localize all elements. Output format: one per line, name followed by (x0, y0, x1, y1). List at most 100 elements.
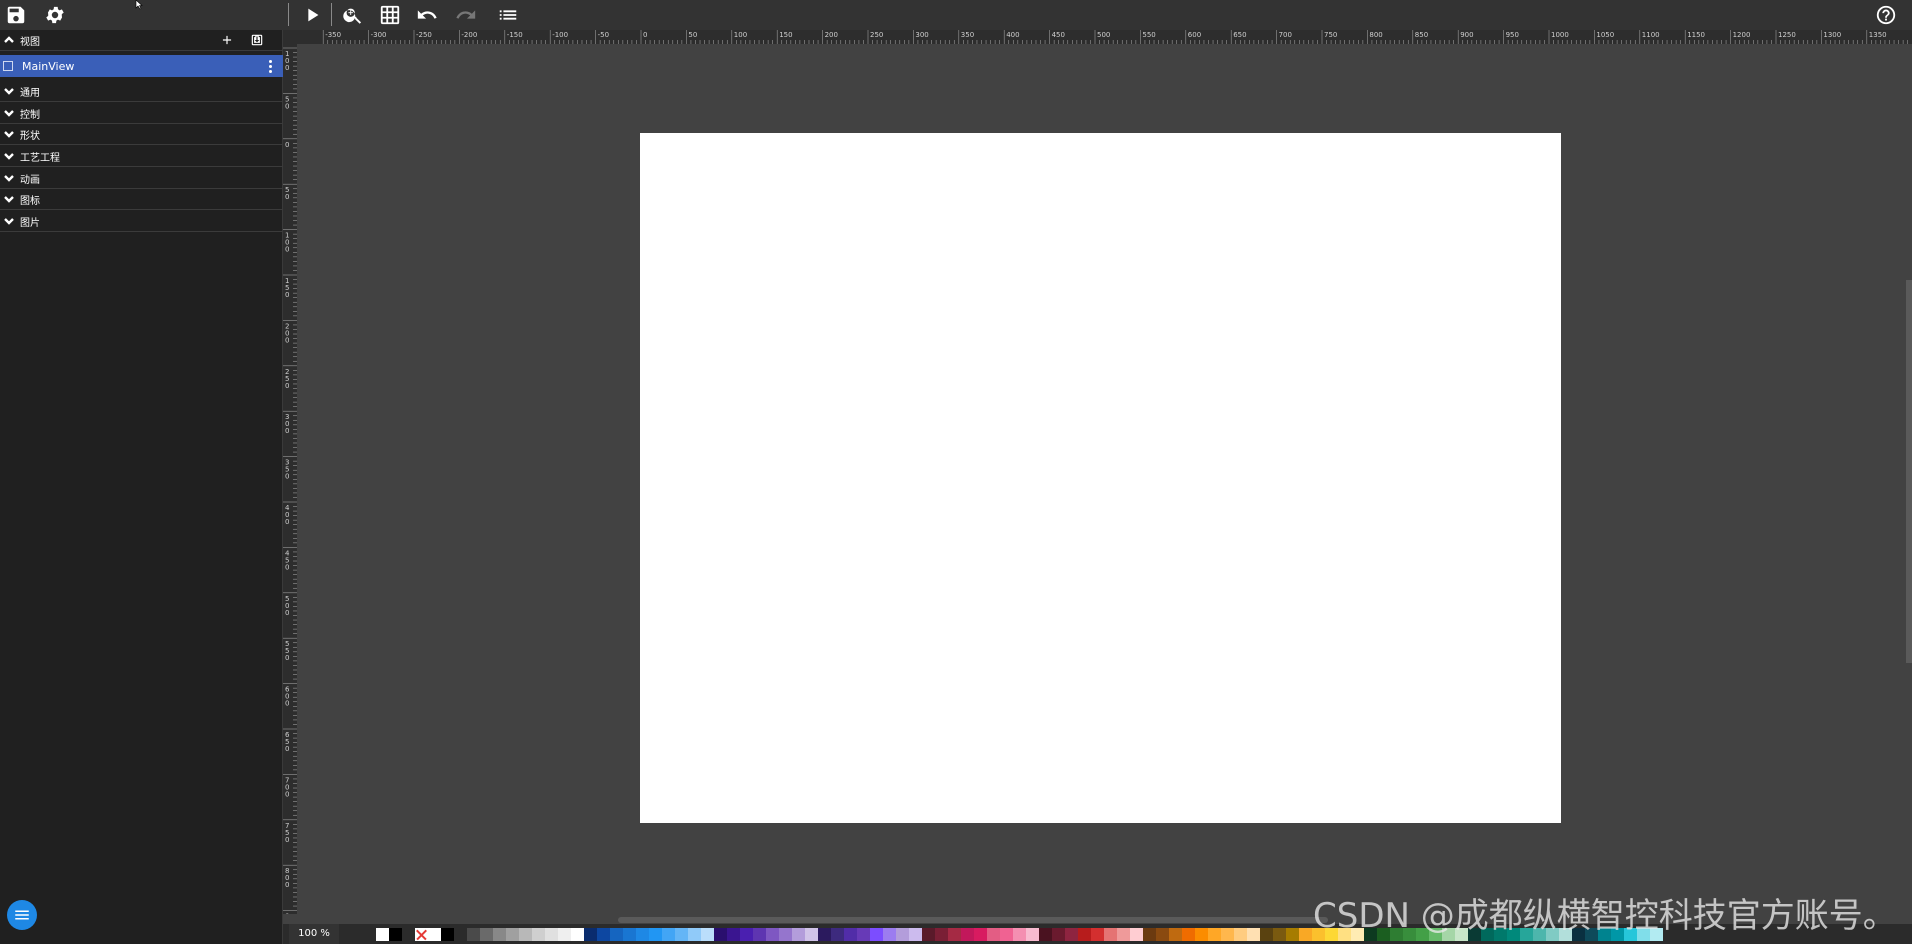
color-swatch[interactable] (727, 928, 740, 941)
menu-fab-button[interactable] (7, 900, 37, 930)
color-swatch[interactable] (441, 928, 454, 941)
color-swatch[interactable] (1169, 928, 1182, 941)
color-swatch[interactable] (480, 928, 493, 941)
color-swatch[interactable] (1247, 928, 1260, 941)
color-swatch[interactable] (844, 928, 857, 941)
color-swatch[interactable] (1299, 928, 1312, 941)
import-view-button[interactable] (249, 32, 265, 48)
zoom-level[interactable]: 100 % (289, 924, 339, 944)
color-swatch[interactable] (922, 928, 935, 941)
color-swatch[interactable] (1182, 928, 1195, 941)
section-shapes[interactable]: 形状 (0, 124, 283, 145)
section-controls[interactable]: 控制 (0, 103, 283, 124)
color-swatch[interactable] (1286, 928, 1299, 941)
undo-button[interactable] (411, 0, 443, 30)
vertical-ruler[interactable]: 1005005010015020025030035040045050055060… (283, 44, 297, 914)
color-swatch[interactable] (948, 928, 961, 941)
color-swatch[interactable] (753, 928, 766, 941)
color-swatch[interactable] (649, 928, 662, 941)
horizontal-ruler[interactable]: -350 -300 -250 -200 -150 -100 -50 0 50 100 150 200 2… (283, 30, 1912, 44)
color-swatch[interactable] (571, 928, 584, 941)
color-swatch[interactable] (467, 928, 480, 941)
horizontal-scrollbar[interactable] (618, 917, 1328, 923)
color-swatch[interactable] (857, 928, 870, 941)
color-swatch[interactable] (1195, 928, 1208, 941)
color-swatch[interactable] (1221, 928, 1234, 941)
color-swatch[interactable] (1065, 928, 1078, 941)
color-swatch[interactable] (675, 928, 688, 941)
color-swatch[interactable] (558, 928, 571, 941)
color-swatch[interactable] (1104, 928, 1117, 941)
color-swatch[interactable] (766, 928, 779, 941)
color-swatch[interactable] (1208, 928, 1221, 941)
color-swatch[interactable] (792, 928, 805, 941)
color-swatch[interactable] (714, 928, 727, 941)
color-swatch[interactable] (740, 928, 753, 941)
color-swatch[interactable] (1026, 928, 1039, 941)
section-images[interactable]: 图片 (0, 211, 283, 232)
section-animation[interactable]: 动画 (0, 168, 283, 189)
color-swatch[interactable] (1000, 928, 1013, 941)
color-swatch[interactable] (1039, 928, 1052, 941)
color-swatch[interactable] (636, 928, 649, 941)
section-general[interactable]: 通用 (0, 81, 283, 102)
color-swatch[interactable] (1273, 928, 1286, 941)
more-vert-icon[interactable] (269, 59, 273, 73)
color-swatch[interactable] (935, 928, 948, 941)
color-swatch[interactable] (974, 928, 987, 941)
color-swatch[interactable] (870, 928, 883, 941)
color-swatch[interactable] (545, 928, 558, 941)
color-swatch[interactable] (532, 928, 545, 941)
settings-button[interactable] (39, 0, 71, 30)
design-canvas[interactable] (640, 133, 1561, 823)
color-swatch[interactable] (1234, 928, 1247, 941)
color-swatch[interactable] (662, 928, 675, 941)
layers-button[interactable] (492, 0, 524, 30)
section-icons[interactable]: 图标 (0, 189, 283, 210)
run-button[interactable] (296, 0, 328, 30)
color-swatch[interactable] (610, 928, 623, 941)
color-swatch[interactable] (831, 928, 844, 941)
color-swatch[interactable] (402, 928, 415, 941)
grid-button[interactable] (374, 0, 406, 30)
color-swatch[interactable] (688, 928, 701, 941)
color-swatch[interactable] (623, 928, 636, 941)
redo-button[interactable] (450, 0, 482, 30)
color-swatch[interactable] (1260, 928, 1273, 941)
save-button[interactable] (0, 0, 32, 30)
color-swatch[interactable] (1078, 928, 1091, 941)
color-swatch[interactable] (1117, 928, 1130, 941)
color-swatch[interactable] (1013, 928, 1026, 941)
help-button[interactable] (1870, 0, 1902, 30)
color-swatch[interactable] (428, 928, 441, 941)
color-swatch[interactable] (909, 928, 922, 941)
color-swatch[interactable] (961, 928, 974, 941)
add-view-button[interactable] (219, 32, 235, 48)
color-swatch[interactable] (1156, 928, 1169, 941)
color-swatch[interactable] (1130, 928, 1143, 941)
vertical-scrollbar[interactable] (1906, 280, 1912, 663)
color-swatch[interactable] (584, 928, 597, 941)
section-process-engineering[interactable]: 工艺工程 (0, 146, 283, 167)
color-swatch[interactable] (1091, 928, 1104, 941)
color-swatch[interactable] (701, 928, 714, 941)
color-swatch[interactable] (896, 928, 909, 941)
color-swatch[interactable] (376, 928, 389, 941)
color-swatch[interactable] (987, 928, 1000, 941)
color-swatch[interactable] (597, 928, 610, 941)
color-swatch-none[interactable] (415, 928, 428, 941)
color-swatch[interactable] (1052, 928, 1065, 941)
color-swatch[interactable] (454, 928, 467, 941)
view-item-mainview[interactable]: MainView (0, 55, 283, 77)
color-swatch[interactable] (493, 928, 506, 941)
views-section-header[interactable]: 视图 (0, 30, 283, 51)
color-swatch[interactable] (389, 928, 402, 941)
color-swatch[interactable] (779, 928, 792, 941)
color-swatch[interactable] (883, 928, 896, 941)
zoom-button[interactable] (337, 0, 369, 30)
color-swatch[interactable] (818, 928, 831, 941)
color-swatch[interactable] (1143, 928, 1156, 941)
color-swatch[interactable] (805, 928, 818, 941)
color-swatch[interactable] (519, 928, 532, 941)
color-swatch[interactable] (506, 928, 519, 941)
